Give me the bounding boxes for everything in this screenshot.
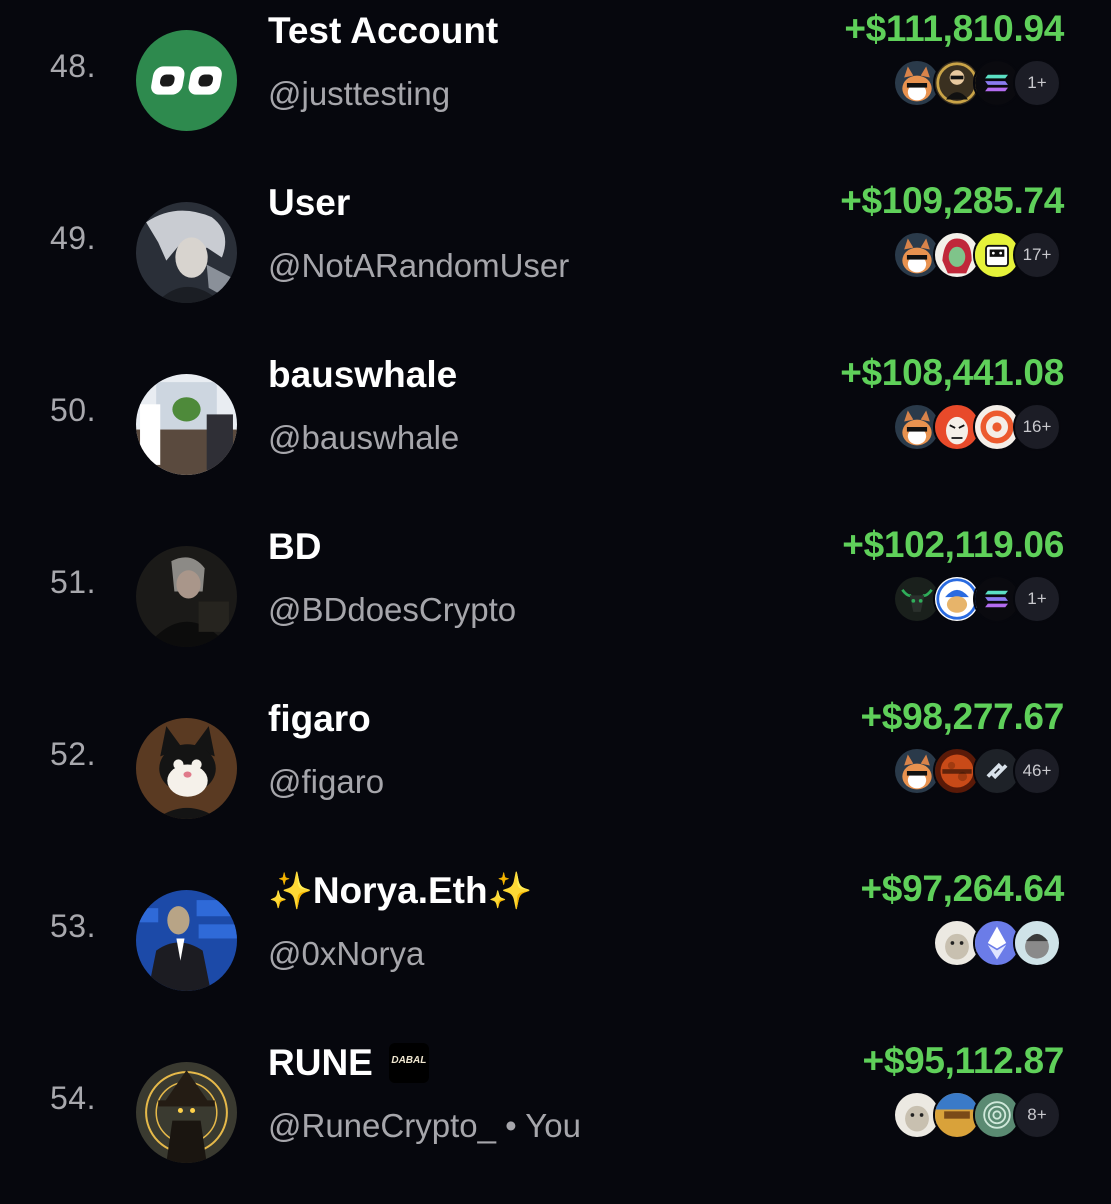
rank-number: 51. [50,564,96,600]
user-handle[interactable]: @figaro [268,763,384,801]
user-display-name-text: RUNE [268,1042,373,1083]
token-count-badge[interactable]: 1+ [1013,59,1061,107]
pnl-amount: +$109,285.74 [840,180,1064,221]
token-stack[interactable]: 1+ [893,574,1061,624]
leaderboard-row[interactable]: 53. ✨ Norya.Eth ✨ @0xNorya +$97,264.64 [0,860,1111,1032]
token-stack[interactable]: 8+ [893,1090,1061,1140]
token-stack[interactable]: 1+ [893,58,1061,108]
user-handle[interactable]: @bauswhale [268,419,459,457]
token-stack[interactable] [933,918,1061,968]
helmet-cat-token-icon [1013,919,1061,967]
pnl-amount: +$108,441.08 [840,352,1064,393]
user-display-name[interactable]: RUNE DABAL [268,1042,429,1084]
user-display-name[interactable]: bauswhale [268,354,457,396]
badge-label: DABAL [391,1055,427,1066]
user-avatar[interactable] [136,546,237,647]
token-stack[interactable]: 46+ [893,746,1061,796]
user-display-name[interactable]: Test Account [268,10,498,52]
user-display-name[interactable]: ✨ Norya.Eth ✨ [268,870,532,912]
user-handle[interactable]: @BDdoesCrypto [268,591,516,629]
rank-number: 54. [50,1080,96,1116]
pnl-amount: +$102,119.06 [842,524,1064,565]
user-display-name[interactable]: BD [268,526,321,568]
sparkle-icon: ✨ [268,870,313,911]
token-count-badge[interactable]: 46+ [1013,747,1061,795]
leaderboard-row[interactable]: 52. figaro @figaro +$98,277.67 46+ [0,688,1111,860]
user-display-name[interactable]: User [268,182,350,224]
user-display-name-text: Norya.Eth [312,870,488,911]
user-handle[interactable]: @NotARandomUser [268,247,569,285]
user-avatar[interactable] [136,374,237,475]
rank-number: 48. [50,48,96,84]
rank-number: 53. [50,908,96,944]
token-stack[interactable]: 17+ [893,230,1061,280]
rank-number: 52. [50,736,96,772]
user-avatar[interactable] [136,1062,237,1163]
user-handle[interactable]: @justtesting [268,75,450,113]
token-count-badge[interactable]: 17+ [1013,231,1061,279]
pnl-amount: +$97,264.64 [860,868,1065,909]
leaderboard-list: 48. Test Account @justtesting +$111,810.… [0,0,1111,1200]
leaderboard-row[interactable]: 51. BD @BDdoesCrypto +$102,119.06 1+ [0,516,1111,688]
user-handle[interactable]: @RuneCrypto_ • You [268,1107,581,1145]
leaderboard-row[interactable]: 48. Test Account @justtesting +$111,810.… [0,0,1111,172]
pnl-amount: +$111,810.94 [844,8,1064,49]
user-display-name[interactable]: figaro [268,698,371,740]
leaderboard-row[interactable]: 50. bauswhale @bauswhale +$108,441.08 16… [0,344,1111,516]
user-avatar[interactable] [136,718,237,819]
leaderboard-row[interactable]: 49. User @NotARandomUser +$109,285.74 17… [0,172,1111,344]
pnl-amount: +$98,277.67 [860,696,1065,737]
user-avatar[interactable] [136,202,237,303]
dabal-badge-icon: DABAL [388,1043,429,1083]
leaderboard-row[interactable]: 54. RUNE DABAL @RuneCrypto_ • You +$95,11… [0,1032,1111,1204]
user-avatar[interactable] [136,890,237,991]
rank-number: 50. [50,392,96,428]
token-stack[interactable]: 16+ [893,402,1061,452]
user-avatar[interactable] [136,30,237,131]
token-count-badge[interactable]: 8+ [1013,1091,1061,1139]
user-handle[interactable]: @0xNorya [268,935,424,973]
sparkle-icon: ✨ [487,870,533,911]
token-count-badge[interactable]: 16+ [1013,403,1061,451]
rank-number: 49. [50,220,96,256]
pnl-amount: +$95,112.87 [862,1040,1065,1081]
token-count-badge[interactable]: 1+ [1013,575,1061,623]
